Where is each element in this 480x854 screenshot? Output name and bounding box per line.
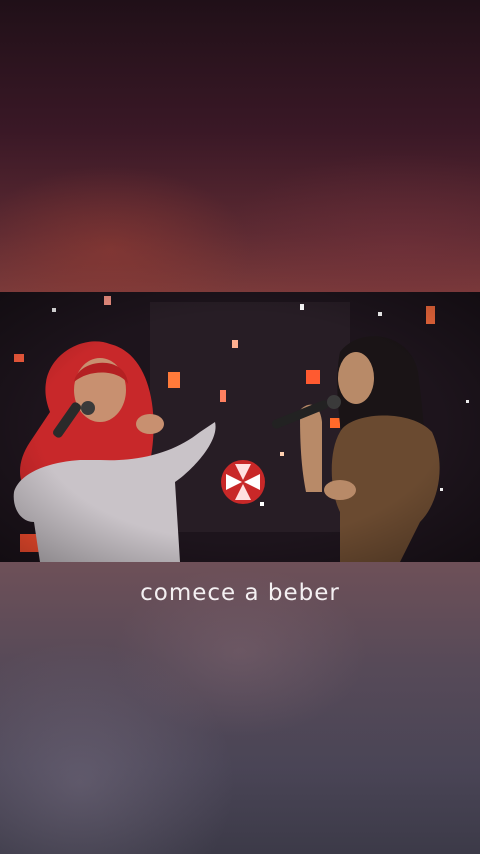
blurred-background-top <box>0 0 480 292</box>
video-frame[interactable] <box>0 292 480 562</box>
caption-subtitle: comece a beber <box>140 580 340 606</box>
stage-scene <box>0 292 480 562</box>
